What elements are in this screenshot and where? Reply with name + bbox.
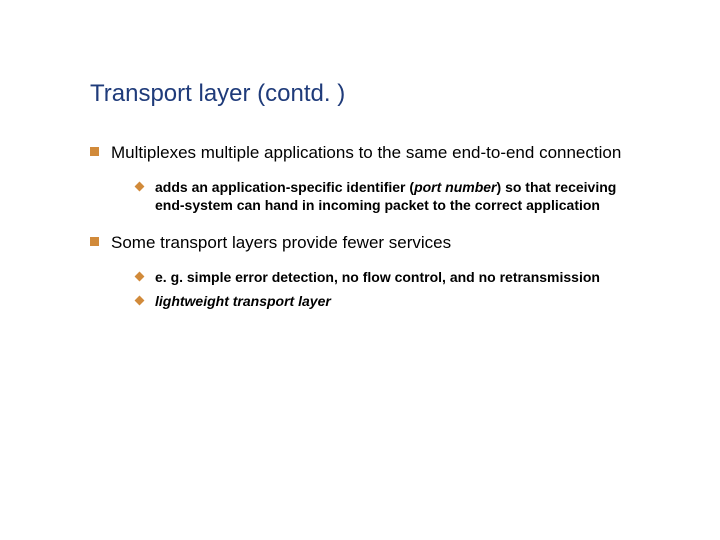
sub-text-prefix: adds an application-specific identifier …: [155, 179, 414, 195]
diamond-bullet-icon: [135, 296, 145, 306]
sub-bullet-text: e. g. simple error detection, no flow co…: [155, 268, 600, 286]
slide-title: Transport layer (contd. ): [90, 80, 630, 108]
diamond-bullet-icon: [135, 271, 145, 281]
bullet-level1: Some transport layers provide fewer serv…: [90, 232, 630, 254]
square-bullet-icon: [90, 237, 99, 246]
sub-bullet-group: e. g. simple error detection, no flow co…: [90, 268, 630, 310]
bullet-level1: Multiplexes multiple applications to the…: [90, 142, 630, 164]
sub-bullet-text-italic: lightweight transport layer: [155, 292, 331, 310]
square-bullet-icon: [90, 147, 99, 156]
diamond-bullet-icon: [135, 181, 145, 191]
bullet-level2: adds an application-specific identifier …: [136, 178, 630, 214]
bullet-level2: e. g. simple error detection, no flow co…: [136, 268, 630, 286]
sub-bullet-text: adds an application-specific identifier …: [155, 178, 630, 214]
sub-bullet-group: adds an application-specific identifier …: [90, 178, 630, 214]
bullet-level2: lightweight transport layer: [136, 292, 630, 310]
sub-text-italic: port number: [414, 179, 496, 195]
slide: Transport layer (contd. ) Multiplexes mu…: [0, 0, 720, 540]
bullet-text: Multiplexes multiple applications to the…: [111, 142, 621, 164]
bullet-text: Some transport layers provide fewer serv…: [111, 232, 451, 254]
